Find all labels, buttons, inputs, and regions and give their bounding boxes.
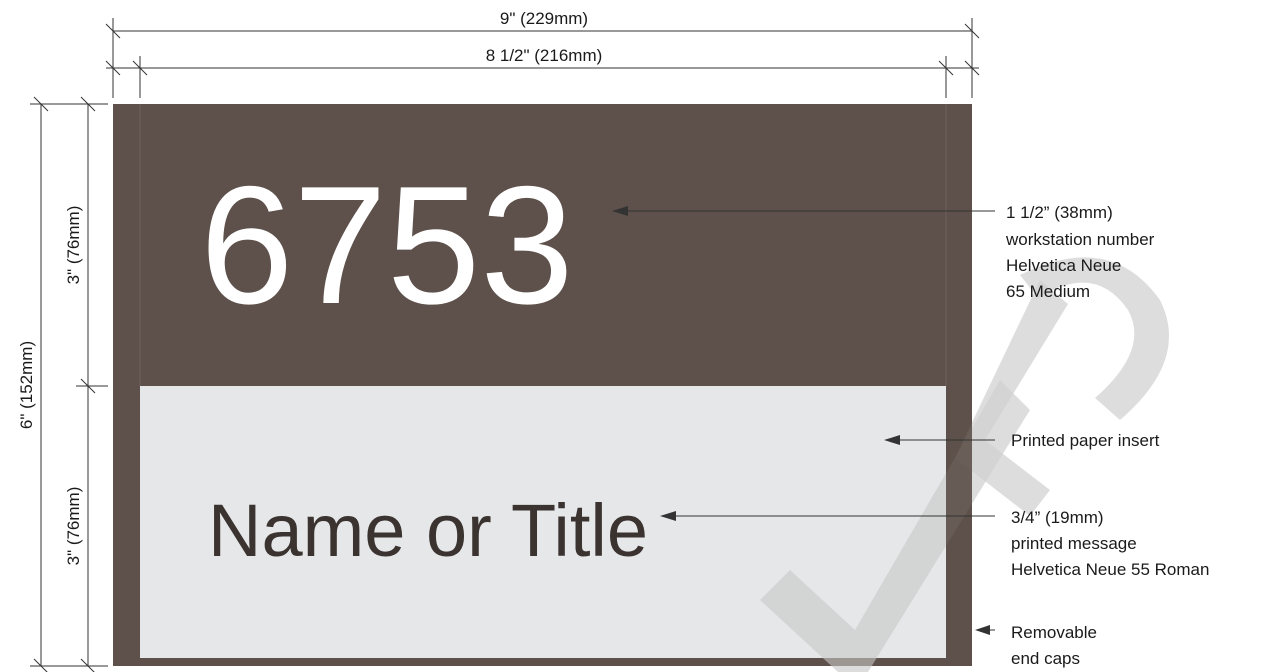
right-end-cap (946, 386, 972, 666)
end-caps-line1: Removable (1011, 623, 1097, 642)
dim-upper-height: 3" (76mm) (64, 206, 83, 285)
end-caps-line2: end caps (1011, 649, 1080, 668)
dim-insert-width: 8 1/2" (216mm) (486, 46, 603, 65)
dim-lower-height: 3" (76mm) (64, 487, 83, 566)
insert-label: Printed paper insert (1011, 431, 1160, 450)
message-font-label: Helvetica Neue 55 Roman (1011, 560, 1209, 579)
number-weight-label: 65 Medium (1006, 282, 1090, 301)
number-purpose-label: workstation number (1005, 230, 1155, 249)
dim-overall-width: 9" (229mm) (500, 9, 588, 28)
callout-end-caps: Removable end caps (1011, 623, 1097, 668)
number-size-label: 1 1/2” (38mm) (1006, 203, 1113, 222)
dim-overall-height: 6" (152mm) (17, 341, 36, 429)
callout-message-spec: 3/4” (19mm) printed message Helvetica Ne… (1011, 508, 1209, 579)
left-end-cap (113, 386, 140, 666)
callout-insert: Printed paper insert (1011, 431, 1160, 450)
printed-message: Name or Title (208, 489, 648, 572)
left-dimensions (30, 96, 108, 672)
message-size-label: 3/4” (19mm) (1011, 508, 1104, 527)
number-font-label: Helvetica Neue (1006, 256, 1121, 275)
workstation-number: 6753 (200, 151, 574, 339)
message-purpose-label: printed message (1011, 534, 1137, 553)
sign-spec-diagram: 6753 Name or Title 9" (229mm) 8 1/2" (21… (17, 9, 1209, 672)
